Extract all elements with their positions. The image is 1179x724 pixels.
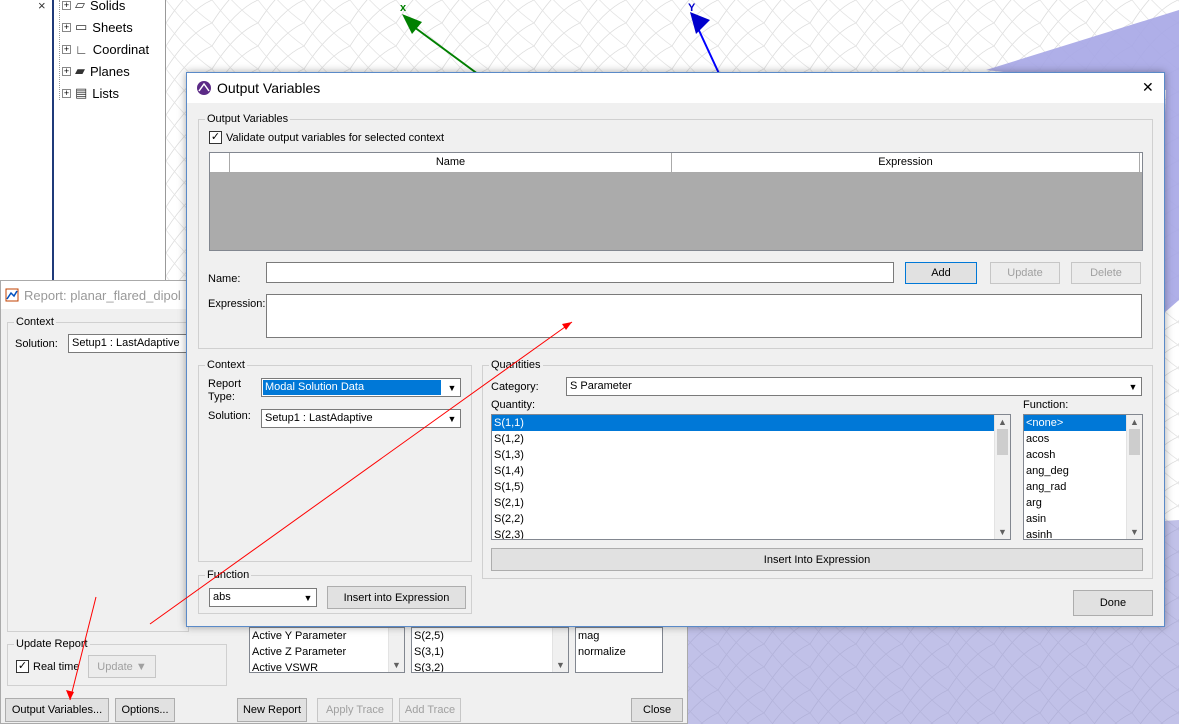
annotation-arrows [66, 321, 573, 701]
